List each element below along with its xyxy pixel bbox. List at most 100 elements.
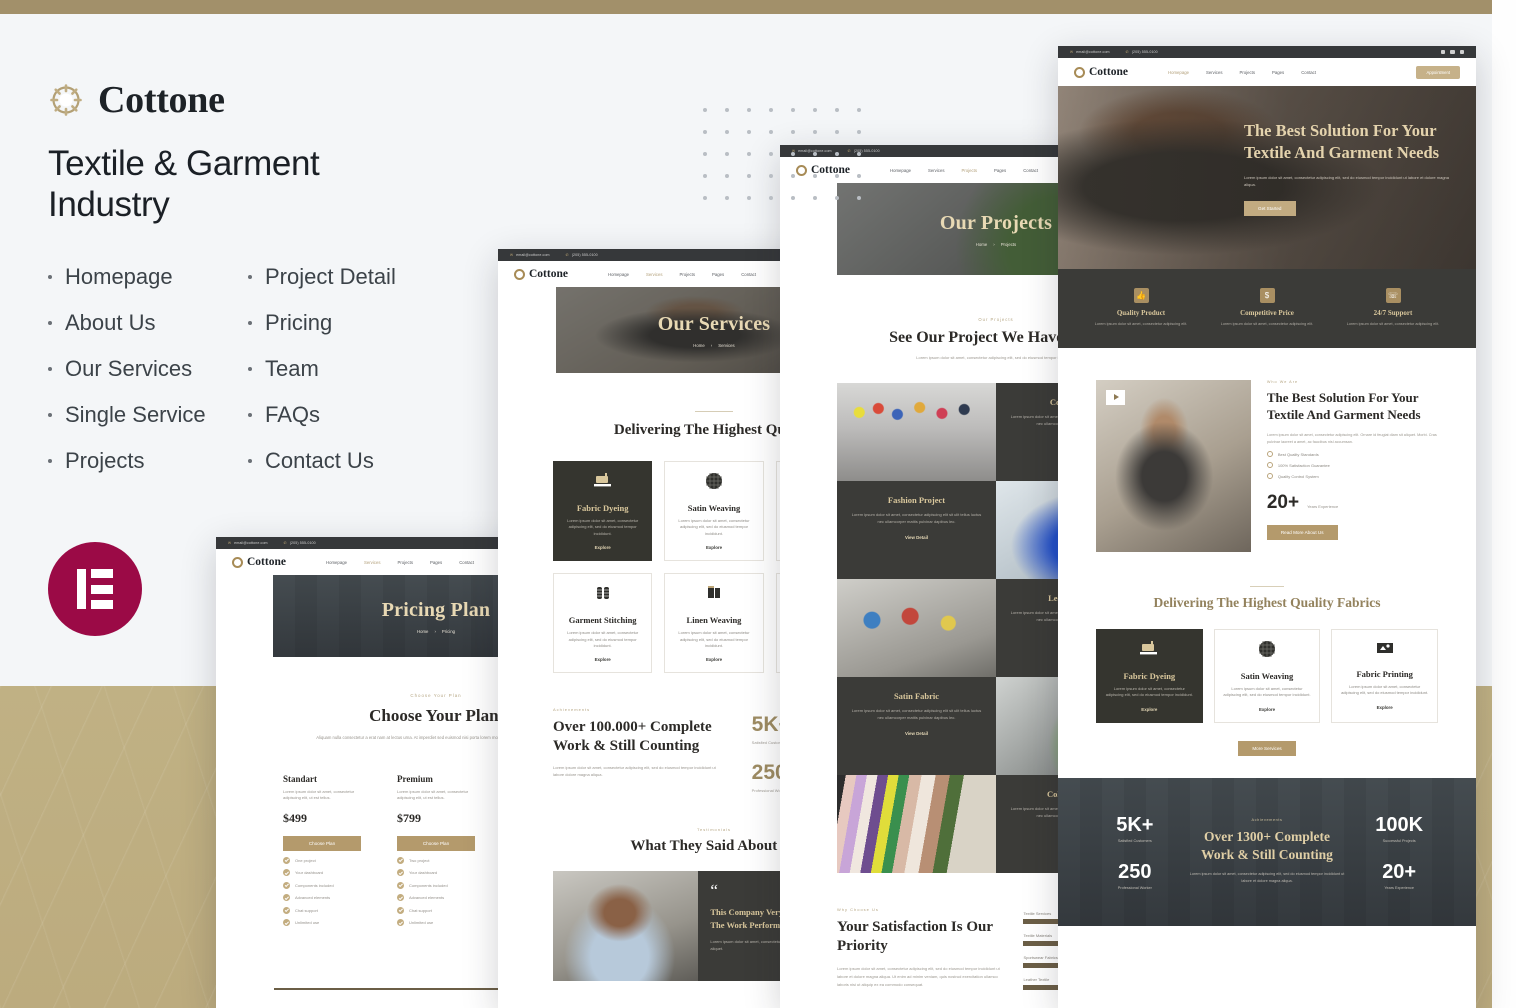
social-links[interactable] bbox=[1440, 49, 1464, 55]
feature-item[interactable]: ☏ 24/7 Support Lorem ipsum dolor sit ame… bbox=[1336, 285, 1450, 328]
breadcrumb-home[interactable]: Home bbox=[693, 343, 704, 348]
check-icon bbox=[283, 906, 290, 914]
mockup-homepage[interactable]: ✉ email@cottone.com ✆ (205) 555-0100 Cotto… bbox=[1058, 46, 1476, 1008]
nav-logo[interactable]: Cottone bbox=[1074, 66, 1128, 78]
check-icon bbox=[1266, 473, 1273, 480]
project-card[interactable]: Satin Fabric Lorem ipsum dolor sit amet,… bbox=[837, 677, 996, 776]
service-card[interactable]: Garment Stitching Lorem ipsum dolor sit … bbox=[553, 573, 653, 674]
plan-feature: One project bbox=[283, 856, 361, 864]
project-card[interactable]: Fashion Project Lorem ipsum dolor sit am… bbox=[837, 481, 996, 580]
view-detail-link[interactable]: View Detail bbox=[849, 731, 984, 736]
project-image bbox=[837, 775, 996, 874]
page-label: Projects bbox=[65, 447, 145, 473]
choose-plan-button[interactable]: Choose Plan bbox=[397, 836, 475, 852]
bullet-icon bbox=[248, 274, 252, 279]
nav-links: Homepage Services Projects Pages Contact bbox=[890, 168, 1038, 173]
nav-item-services[interactable]: Services bbox=[364, 560, 380, 565]
nav-item-homepage[interactable]: Homepage bbox=[326, 560, 347, 565]
list-item[interactable]: Team bbox=[248, 356, 518, 382]
pricing-plan-card[interactable]: Premium Lorem ipsum dolor sit amet, cons… bbox=[388, 764, 484, 937]
feature-title: Quality Product bbox=[1116, 309, 1166, 317]
fabric-card[interactable]: Fabric Dyeing Lorem ipsum dolor sit amet… bbox=[1096, 628, 1203, 723]
section-title: The Best Solution For Your Textile And G… bbox=[1266, 389, 1421, 422]
stats-copy: Achievements Over 1300+ Complete Work & … bbox=[1188, 818, 1347, 886]
feature-item[interactable]: 👍 Quality Product Lorem ipsum dolor sit … bbox=[1084, 285, 1198, 328]
nav-item-projects[interactable]: Projects bbox=[679, 272, 695, 277]
play-button-icon[interactable] bbox=[1106, 389, 1125, 405]
nav-item-pages[interactable]: Pages bbox=[994, 168, 1006, 173]
nav-item-homepage[interactable]: Homepage bbox=[890, 168, 911, 173]
breadcrumb-home[interactable]: Home bbox=[417, 629, 428, 634]
plan-feature: Advanced elements bbox=[283, 894, 361, 902]
bullet-icon bbox=[48, 458, 52, 463]
get-started-button[interactable]: Get Started bbox=[1244, 200, 1296, 216]
breadcrumb-home[interactable]: Home bbox=[976, 242, 987, 247]
nav-logo[interactable]: Cottone bbox=[514, 268, 568, 280]
view-detail-link[interactable]: View Detail bbox=[849, 535, 984, 540]
appointment-button[interactable]: Appointment bbox=[1416, 65, 1460, 79]
plan-feature-label: One project bbox=[295, 857, 316, 863]
list-item[interactable]: Project Detail bbox=[248, 264, 518, 290]
nav-item-pages[interactable]: Pages bbox=[430, 560, 442, 565]
fabric-card[interactable]: Satin Weaving Lorem ipsum dolor sit amet… bbox=[1213, 628, 1321, 723]
section-label: Why Choose Us bbox=[837, 907, 879, 913]
read-more-button[interactable]: Read More About Us bbox=[1266, 525, 1338, 541]
plan-feature-label: Your dashboard bbox=[295, 870, 324, 876]
list-item[interactable]: Projects bbox=[48, 448, 248, 474]
nav-logo[interactable]: Cottone bbox=[232, 556, 286, 568]
list-item[interactable]: FAQs bbox=[248, 402, 518, 428]
explore-link[interactable]: Explore bbox=[1377, 705, 1393, 710]
pricing-plan-card[interactable]: Standart Lorem ipsum dolor sit amet, con… bbox=[274, 764, 370, 937]
nav-item-homepage[interactable]: Homepage bbox=[1168, 70, 1189, 75]
nav-item-projects[interactable]: Projects bbox=[397, 560, 413, 565]
service-card[interactable]: Satin Weaving Lorem ipsum dolor sit amet… bbox=[664, 461, 764, 562]
check-label: 100% Satisfaction Guarantee bbox=[1277, 462, 1330, 468]
card-title: Fabric Dyeing bbox=[1123, 670, 1176, 681]
twitter-icon[interactable] bbox=[1450, 49, 1455, 55]
plan-feature-label: Components included bbox=[295, 882, 334, 888]
plan-feature: Advanced elements bbox=[397, 894, 475, 902]
section-text: Lorem ipsum dolor sit amet, consectetur … bbox=[1189, 871, 1345, 884]
explore-link[interactable]: Explore bbox=[595, 545, 611, 550]
nav-item-pages[interactable]: Pages bbox=[1272, 70, 1284, 75]
email-text: email@cottone.com bbox=[516, 253, 550, 257]
breadcrumb-current: Services bbox=[718, 342, 735, 348]
facebook-icon[interactable] bbox=[1440, 49, 1445, 55]
nav-item-projects[interactable]: Projects bbox=[961, 168, 977, 173]
nav-item-contact[interactable]: Contact bbox=[1301, 70, 1316, 75]
list-item[interactable]: Pricing bbox=[248, 310, 518, 336]
list-item[interactable]: Our Services bbox=[48, 356, 248, 382]
card-title: Satin Weaving bbox=[687, 503, 741, 513]
service-card[interactable]: Linen Weaving Lorem ipsum dolor sit amet… bbox=[664, 573, 764, 674]
youtube-icon[interactable] bbox=[1459, 49, 1464, 55]
background-right-strip bbox=[1492, 0, 1516, 1008]
list-item[interactable]: Contact Us bbox=[248, 448, 518, 474]
fabric-card[interactable]: Fabric Printing Lorem ipsum dolor sit am… bbox=[1331, 628, 1438, 723]
page-label: Single Service bbox=[65, 401, 206, 427]
explore-link[interactable]: Explore bbox=[706, 545, 722, 550]
nav-item-projects[interactable]: Projects bbox=[1239, 70, 1255, 75]
mock-navbar: Cottone Homepage Services Projects Pages… bbox=[1058, 58, 1476, 86]
nav-item-services[interactable]: Services bbox=[928, 168, 944, 173]
list-item[interactable]: Single Service bbox=[48, 402, 248, 428]
choose-plan-button[interactable]: Choose Plan bbox=[283, 836, 361, 852]
nav-item-contact[interactable]: Contact bbox=[741, 272, 756, 277]
list-item[interactable]: Homepage bbox=[48, 264, 248, 290]
check-item: 100% Satisfaction Guarantee bbox=[1266, 462, 1438, 469]
nav-item-services[interactable]: Services bbox=[1206, 70, 1222, 75]
check-item: Best Quality Standards bbox=[1266, 451, 1438, 458]
explore-link[interactable]: Explore bbox=[595, 657, 611, 662]
feature-item[interactable]: $ Competitive Price Lorem ipsum dolor si… bbox=[1210, 285, 1324, 328]
explore-link[interactable]: Explore bbox=[1259, 707, 1275, 712]
nav-item-contact[interactable]: Contact bbox=[459, 560, 474, 565]
nav-item-contact[interactable]: Contact bbox=[1023, 168, 1038, 173]
nav-item-homepage[interactable]: Homepage bbox=[608, 272, 629, 277]
nav-item-services[interactable]: Services bbox=[646, 272, 662, 277]
service-card[interactable]: Fabric Dyeing Lorem ipsum dolor sit amet… bbox=[553, 461, 653, 562]
nav-item-pages[interactable]: Pages bbox=[712, 272, 724, 277]
list-item[interactable]: About Us bbox=[48, 310, 248, 336]
more-services-button[interactable]: More Services bbox=[1238, 740, 1296, 756]
explore-link[interactable]: Explore bbox=[1141, 707, 1157, 712]
satin-weave-icon bbox=[1258, 640, 1276, 663]
explore-link[interactable]: Explore bbox=[706, 657, 722, 662]
